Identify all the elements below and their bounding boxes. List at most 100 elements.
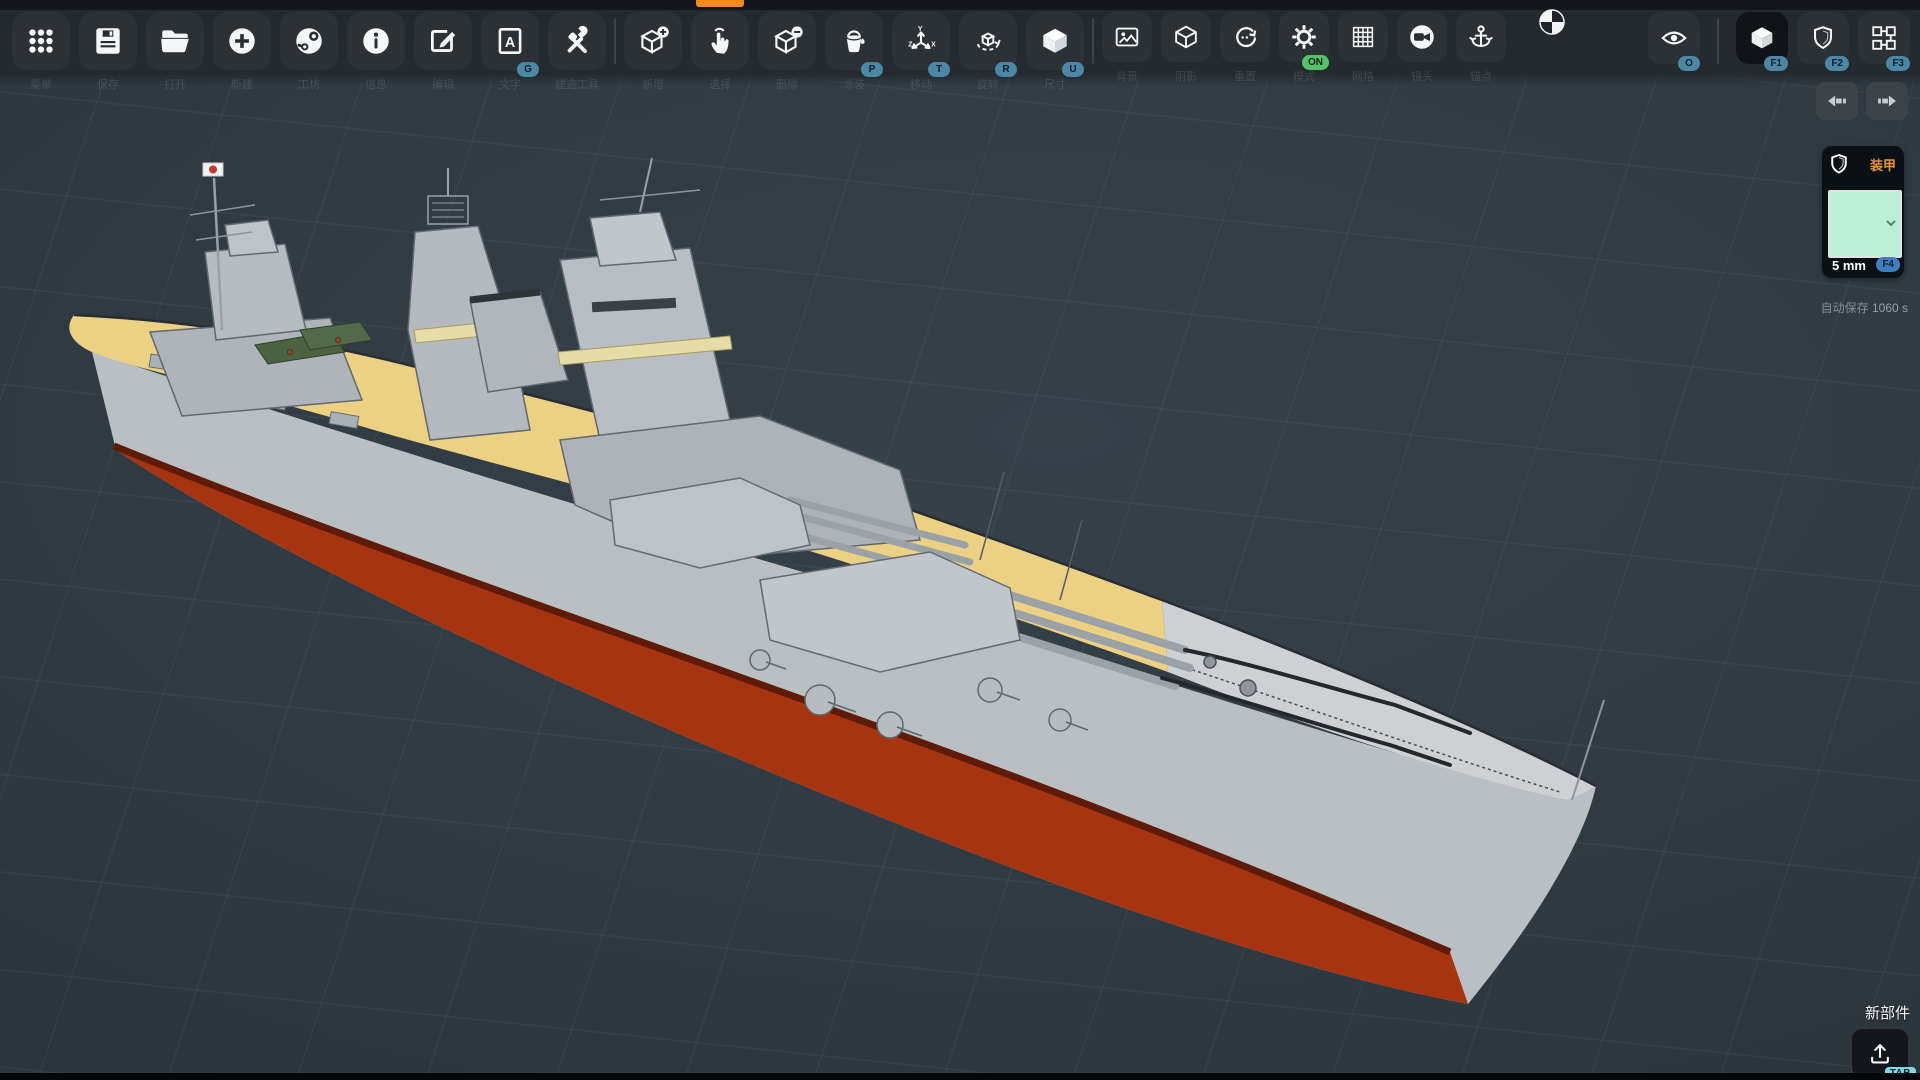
schematic-icon xyxy=(1869,23,1899,53)
turret-b xyxy=(610,478,970,578)
toolbar-left-section: 菜单 保存 打开 新建 xyxy=(12,12,1506,89)
mid-tower xyxy=(408,226,530,440)
cube-minus-icon xyxy=(770,24,804,58)
toolbar-button-text[interactable]: A G 文字 xyxy=(481,12,539,89)
toolbar-button-background[interactable]: 背景 xyxy=(1102,12,1152,81)
shield-icon xyxy=(1808,23,1838,53)
undo-button[interactable] xyxy=(1816,82,1858,120)
ship-hull-side xyxy=(92,352,1596,1004)
button-label: 新建 xyxy=(231,76,253,89)
svg-text:X: X xyxy=(931,41,936,48)
toolbar-divider xyxy=(1092,18,1094,64)
ship-deck-bow xyxy=(1162,600,1596,800)
toolbar-button-model[interactable]: 阴影 xyxy=(1161,12,1211,81)
button-label: 新增 xyxy=(642,76,664,89)
armor-material-swatch[interactable] xyxy=(1828,190,1902,258)
button-label: 删除 xyxy=(776,76,798,89)
toolbar-display-section: O F1 F2 F3 xyxy=(1648,12,1910,64)
toolbar-button-rotate[interactable]: R 旋转 xyxy=(959,12,1017,89)
undo-arrow-icon xyxy=(1822,86,1852,116)
button-label: 尺寸 xyxy=(1044,76,1066,89)
toolbar-button-translate[interactable]: Y Z X T 移动 xyxy=(892,12,950,89)
shortcut-badge: R xyxy=(995,62,1017,77)
battleship-model xyxy=(0,0,1920,1080)
anchor-icon xyxy=(1466,22,1496,52)
shortcut-badge: G xyxy=(517,62,539,77)
button-label: 移动 xyxy=(910,76,932,89)
button-label: 背景 xyxy=(1116,68,1138,81)
toolbar-button-settings[interactable]: ON 模式 xyxy=(1279,12,1329,81)
shortcut-badge: O xyxy=(1678,56,1700,71)
toolbar-group-view: 背景 阴影 重置 xyxy=(1102,12,1506,81)
toolbar-button-add-block[interactable]: 新增 xyxy=(624,12,682,89)
toolbar-divider xyxy=(614,18,616,64)
shortcut-badge: F3 xyxy=(1886,56,1910,71)
svg-text:Y: Y xyxy=(918,26,923,33)
funnel xyxy=(470,292,568,392)
toolbar-button-model-view[interactable]: F1 xyxy=(1736,12,1788,64)
pivot-indicator[interactable] xyxy=(1538,8,1566,36)
autosave-label: 自动保存 xyxy=(1821,301,1869,315)
toolbar-button-structure-view[interactable]: F3 xyxy=(1858,12,1910,64)
shortcut-badge: T xyxy=(928,62,950,77)
armor-panel-title: 装甲 xyxy=(1870,155,1896,174)
new-part-label: 新部件 xyxy=(1790,1002,1910,1023)
menu-grid-icon xyxy=(24,24,58,58)
toolbar-button-remove-block[interactable]: 删除 xyxy=(758,12,816,89)
aft-structure xyxy=(150,318,362,416)
redo-arrow-icon xyxy=(1872,86,1902,116)
toolbar-button-reset-view[interactable]: 重置 xyxy=(1220,12,1270,81)
save-icon xyxy=(91,24,125,58)
image-icon xyxy=(1112,22,1142,52)
toolbar-button-paint[interactable]: P 涂装 xyxy=(825,12,883,89)
cube-plus-icon xyxy=(636,24,670,58)
reset-rotation-icon xyxy=(1230,22,1260,52)
steam-icon xyxy=(292,24,326,58)
bridge-tower xyxy=(560,248,730,440)
text-a-icon: A xyxy=(493,24,527,58)
camera-icon xyxy=(1407,22,1437,52)
toolbar-button-armor-view[interactable]: F2 xyxy=(1797,12,1849,64)
paint-bucket-icon xyxy=(837,24,871,58)
autosave-status: 自动保存 1060 s xyxy=(1821,299,1908,316)
toolbar-button-workshop[interactable]: 工坊 xyxy=(280,12,338,89)
armor-panel: 装甲 5 mm F4 xyxy=(1822,146,1904,278)
toolbar-button-scale[interactable]: U 尺寸 xyxy=(1026,12,1084,89)
button-label: 阴影 xyxy=(1175,68,1197,81)
button-label: 选择 xyxy=(709,76,731,89)
shortcut-badge: F1 xyxy=(1764,56,1788,71)
button-label: 锚点 xyxy=(1470,68,1492,81)
toolbar-button-edit[interactable]: 编辑 xyxy=(414,12,472,89)
toolbar-button-camera[interactable]: 镜头 xyxy=(1397,12,1447,81)
solid-cube-icon xyxy=(1747,23,1777,53)
toolbar-divider xyxy=(1717,18,1719,64)
stern-flag xyxy=(203,163,223,176)
info-icon xyxy=(359,24,393,58)
redo-button[interactable] xyxy=(1866,82,1908,120)
button-label: 信息 xyxy=(365,76,387,89)
rotate-cube-icon xyxy=(971,24,1005,58)
new-part-button[interactable]: TAB xyxy=(1852,1029,1908,1077)
toolbar-button-build-tools[interactable]: 建造工具 xyxy=(548,12,606,89)
toolbar-button-menu[interactable]: 菜单 xyxy=(12,12,70,89)
armor-thickness-value: 5 mm xyxy=(1832,258,1866,273)
bottom-strip xyxy=(0,1073,1920,1080)
toolbar-button-grid[interactable]: 网格 xyxy=(1338,12,1388,81)
toolbar-button-visibility[interactable]: O xyxy=(1648,12,1700,64)
toolbar-button-save[interactable]: 保存 xyxy=(79,12,137,89)
axes-icon: Y Z X xyxy=(904,24,938,58)
toolbar-button-anchor[interactable]: 锚点 xyxy=(1456,12,1506,81)
toolbar-group-build: 新增 选择 删除 xyxy=(624,12,1084,89)
button-label: 重置 xyxy=(1234,68,1256,81)
toolbar-button-new[interactable]: 新建 xyxy=(213,12,271,89)
aa-mounts xyxy=(750,650,1088,738)
viewport-3d[interactable] xyxy=(0,0,1920,1080)
pivot-icon xyxy=(1538,8,1566,36)
edit-pencil-icon xyxy=(426,24,460,58)
toolbar-button-info[interactable]: 信息 xyxy=(347,12,405,89)
button-label: 涂装 xyxy=(843,76,865,89)
open-folder-icon xyxy=(158,24,192,58)
toolbar-button-select[interactable]: 选择 xyxy=(691,12,749,89)
tools-icon xyxy=(560,24,594,58)
toolbar-button-open[interactable]: 打开 xyxy=(146,12,204,89)
